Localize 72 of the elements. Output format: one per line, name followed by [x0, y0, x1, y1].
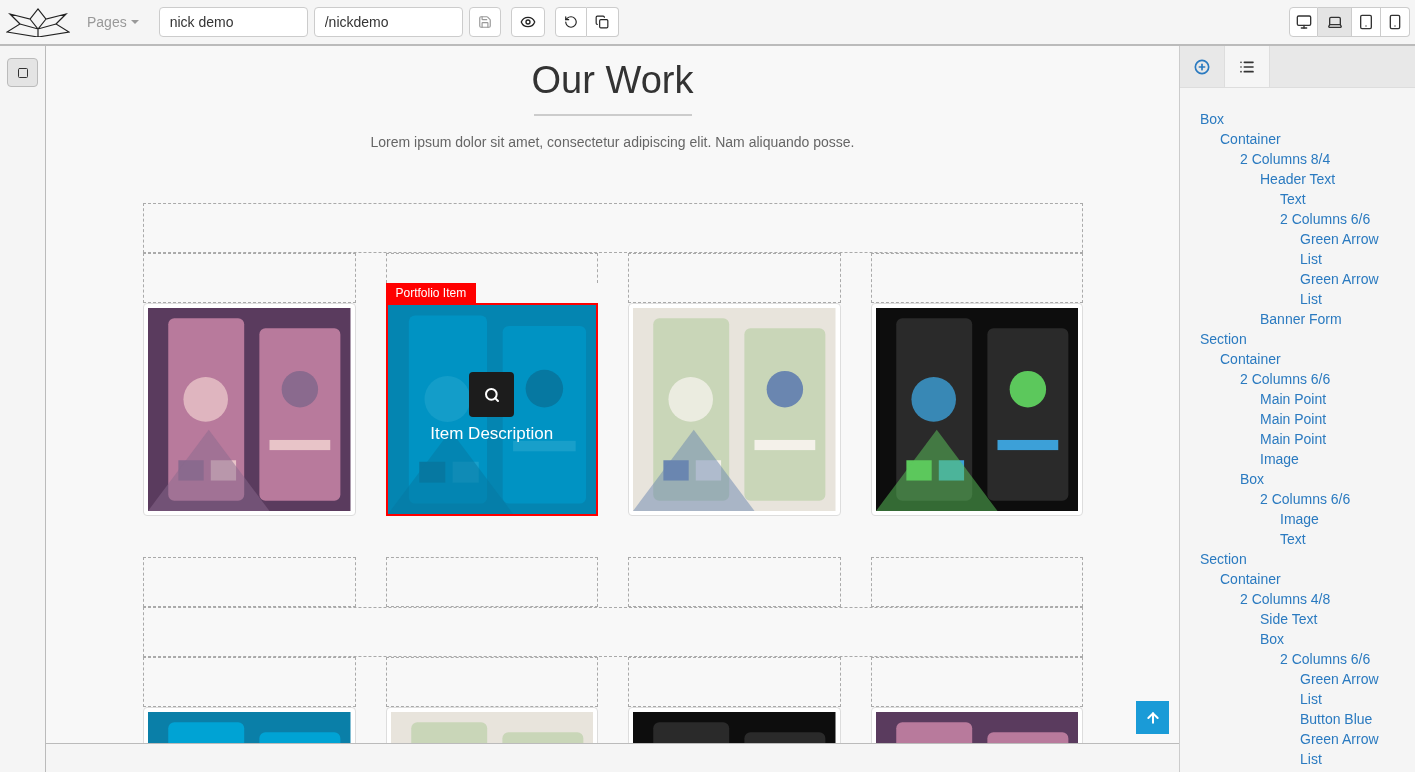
square-icon	[16, 66, 29, 79]
tree-item[interactable]: Button Blue	[1300, 709, 1373, 729]
tree-item[interactable]: 2 Columns 6/6	[1240, 369, 1331, 389]
tablet-icon	[1358, 14, 1374, 30]
pages-menu[interactable]: Pages	[87, 11, 139, 33]
device-button[interactable]	[1381, 7, 1410, 37]
tree-item[interactable]: Container	[1220, 349, 1281, 369]
scroll-top-button[interactable]	[1136, 701, 1169, 734]
tree-item[interactable]: 2 Columns 6/6	[1280, 209, 1371, 229]
logo-icon[interactable]	[6, 7, 70, 37]
device-button[interactable]	[1289, 7, 1318, 37]
tree-item[interactable]: Image	[1280, 509, 1319, 529]
tree-item[interactable]: Container	[1220, 129, 1281, 149]
search-icon	[483, 386, 500, 403]
tree-item[interactable]: Green Arrow	[1300, 669, 1379, 689]
tree-item[interactable]: Header Text	[1260, 169, 1336, 189]
page-url-field[interactable]: /nickdemo	[313, 7, 463, 37]
device-button[interactable]	[1352, 7, 1381, 37]
item-description: Item Description	[430, 423, 554, 446]
panel-tab[interactable]	[1225, 46, 1270, 87]
tree-item[interactable]: Box	[1200, 109, 1225, 129]
tree-item[interactable]: Side Text	[1260, 609, 1318, 629]
undo-icon	[563, 15, 578, 29]
tree-item[interactable]: Banner Form	[1260, 309, 1342, 329]
portfolio-item[interactable]: Item Description	[385, 303, 598, 516]
tree-item[interactable]: 2 Columns 6/6	[1280, 649, 1371, 669]
tree-item[interactable]: List	[1300, 749, 1322, 769]
drop-zone[interactable]	[143, 557, 356, 607]
tree-item[interactable]: List	[1300, 289, 1322, 309]
element-button[interactable]	[7, 58, 38, 87]
eye-icon	[519, 14, 536, 30]
drop-zone[interactable]	[143, 607, 1083, 657]
drop-zone[interactable]	[143, 203, 1083, 253]
tree-item[interactable]: Main Point	[1260, 409, 1327, 429]
copy-icon	[595, 15, 610, 29]
device-button[interactable]	[1318, 7, 1352, 37]
tree-item[interactable]: List	[1300, 689, 1322, 709]
tree-item[interactable]: 2 Columns 4/8	[1240, 589, 1331, 609]
tree-item[interactable]: Section	[1200, 329, 1247, 349]
tree-item[interactable]: Container	[1220, 569, 1281, 589]
tree-item[interactable]: Main Point	[1260, 429, 1327, 449]
element-tag: Portfolio Item	[385, 283, 477, 303]
desktop-icon	[1295, 14, 1312, 30]
tree-item[interactable]: Text	[1280, 189, 1306, 209]
save-icon	[477, 15, 492, 29]
save-button[interactable]	[468, 7, 501, 37]
phone-icon	[1387, 14, 1403, 30]
preview-button[interactable]	[510, 7, 545, 37]
tree-item[interactable]: Green Arrow	[1300, 269, 1379, 289]
drop-zone[interactable]	[385, 557, 598, 607]
tree-item[interactable]: Section	[1200, 549, 1247, 569]
laptop-icon	[1326, 14, 1343, 30]
tree-item[interactable]: Main Point	[1260, 389, 1327, 409]
drop-zone[interactable]	[628, 557, 841, 607]
tree-item[interactable]: Green Arrow	[1300, 729, 1379, 749]
tree-item[interactable]: 2 Columns 6/6	[1260, 489, 1351, 509]
page-name-field[interactable]: nick demo	[158, 7, 308, 37]
section-heading: Our Work	[531, 58, 694, 102]
tree-item[interactable]: Box	[1260, 629, 1285, 649]
tree-item[interactable]: Text	[1280, 529, 1306, 549]
tree-item[interactable]: 2 Columns 8/4	[1240, 149, 1331, 169]
undo-button[interactable]	[554, 7, 587, 37]
tree-item[interactable]: List	[1300, 249, 1322, 269]
caret-icon	[130, 20, 139, 24]
search-button[interactable]	[469, 372, 515, 418]
tree-item[interactable]: Image	[1260, 449, 1299, 469]
add-icon	[1194, 58, 1210, 75]
section-intro: Lorem ipsum dolor sit amet, consectetur adipiscing elit. Nam aliquando posse.	[370, 133, 855, 152]
copy-button[interactable]	[586, 7, 619, 37]
tree-item[interactable]: Box	[1240, 469, 1265, 489]
tree-item[interactable]: Green Arrow	[1300, 229, 1379, 249]
drop-zone[interactable]	[870, 557, 1083, 607]
